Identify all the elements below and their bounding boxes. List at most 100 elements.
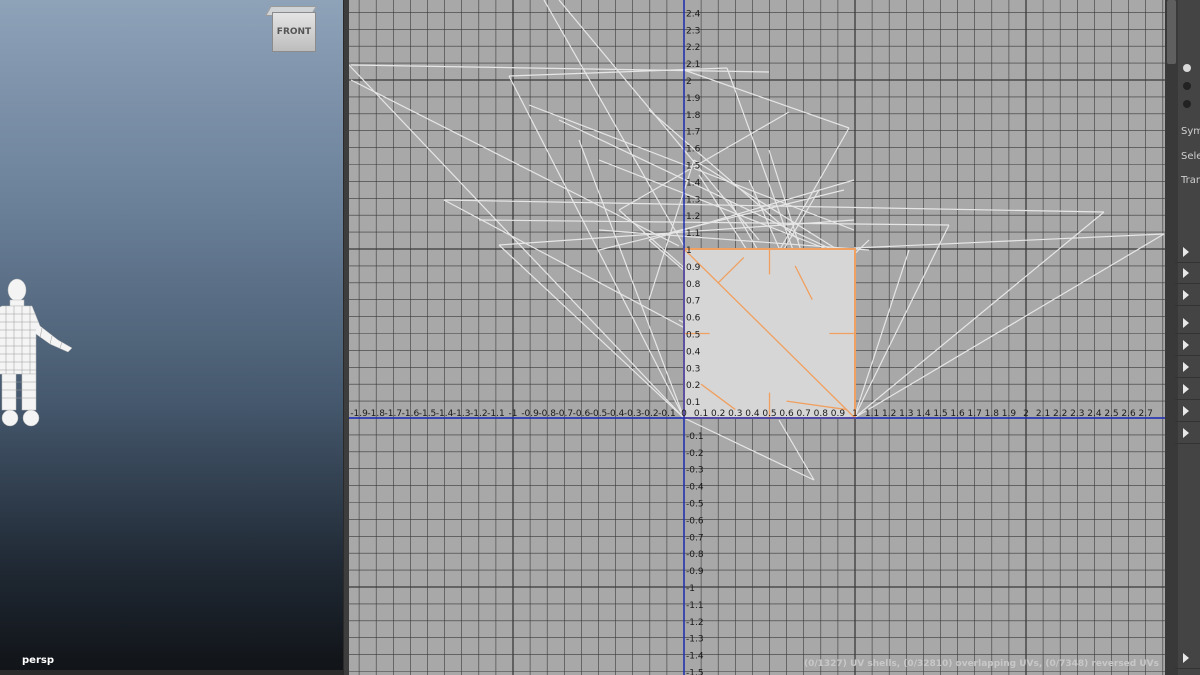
y-tick-label: 1.7 <box>686 128 700 138</box>
uv-grid-canvas[interactable]: -1.9 -1.8 -1.7 -1.6 -1.5 -1.4 -1.3 -1.2 -1.1 -1 -0… <box>349 0 1165 675</box>
y-tick-label: 1.8 <box>686 111 701 121</box>
y-tick-label: -1.1 <box>686 601 704 611</box>
radio-button[interactable] <box>1183 100 1191 108</box>
x-tick-label: 1.3 <box>899 409 913 419</box>
expand-section-arrow-icon[interactable] <box>1183 290 1189 300</box>
x-tick-label: -1.9 <box>350 409 368 419</box>
y-tick-label: -0.3 <box>686 466 704 476</box>
y-tick-label: 2.2 <box>686 43 700 53</box>
y-tick-label: -0.9 <box>686 567 704 577</box>
character-model[interactable] <box>0 278 80 430</box>
y-tick-label: 2.1 <box>686 60 700 70</box>
y-tick-label: 0.8 <box>686 280 701 290</box>
y-tick-label: 2.4 <box>686 9 701 19</box>
uv-status-text: (0/1327) UV shells, (0/32810) overlappin… <box>804 659 1159 669</box>
y-tick-label: 2 <box>686 77 692 87</box>
transform-label: Tran <box>1181 175 1200 186</box>
y-tick-label: 1.4 <box>686 178 701 188</box>
viewcube[interactable]: FRONT <box>265 6 317 52</box>
y-tick-label: -1.2 <box>686 618 704 628</box>
x-tick-label: 2.1 <box>1036 409 1050 419</box>
x-tick-label: 1.7 <box>968 409 982 419</box>
x-tick-label: -1.4 <box>436 409 454 419</box>
y-tick-label: 1.2 <box>686 212 700 222</box>
y-tick-label: 1.6 <box>686 145 701 155</box>
x-tick-label: -1.5 <box>419 409 437 419</box>
x-tick-label: 0.8 <box>814 409 829 419</box>
y-tick-label: 1.1 <box>686 229 700 239</box>
y-tick-label: 0.6 <box>686 314 701 324</box>
y-tick-label: 0.3 <box>686 364 700 374</box>
y-tick-label: 2.3 <box>686 26 700 36</box>
y-tick-label: -1.5 <box>686 669 704 675</box>
x-tick-label: 0.1 <box>694 409 708 419</box>
x-tick-label: -1.3 <box>453 409 471 419</box>
x-tick-label: 0.2 <box>711 409 725 419</box>
x-tick-label: 2.4 <box>1087 409 1102 419</box>
x-tick-label: 2.6 <box>1121 409 1136 419</box>
uv-editor-grid[interactable]: -1.9 -1.8 -1.7 -1.6 -1.5 -1.4 -1.3 -1.2 -1.1 -1 -0… <box>349 0 1165 675</box>
x-tick-label: 1.4 <box>916 409 931 419</box>
x-tick-label: -0.5 <box>590 409 608 419</box>
x-tick-label: 2.5 <box>1104 409 1118 419</box>
x-tick-label: 1 <box>852 409 858 419</box>
section-separator <box>1175 305 1200 306</box>
x-tick-label: 1.9 <box>1002 409 1017 419</box>
expand-section-arrow-icon[interactable] <box>1183 653 1189 663</box>
section-separator <box>1175 283 1200 284</box>
section-separator <box>1175 399 1200 400</box>
y-tick-label: -0.7 <box>686 533 704 543</box>
y-tick-label: 0.9 <box>686 263 701 273</box>
y-tick-label: 1.5 <box>686 162 700 172</box>
x-tick-label: 0.5 <box>762 409 776 419</box>
expand-section-arrow-icon[interactable] <box>1183 362 1189 372</box>
camera-label: persp <box>22 655 54 666</box>
y-tick-label: 0.4 <box>686 347 701 357</box>
y-tick-label: -0.4 <box>686 483 704 493</box>
x-tick-label: -1.6 <box>402 409 420 419</box>
x-tick-label: 0.4 <box>745 409 760 419</box>
x-tick-label: 0 <box>681 409 687 419</box>
y-tick-label: -0.5 <box>686 500 704 510</box>
perspective-viewport[interactable]: FRONT persp <box>0 0 343 670</box>
y-tick-label: -1.4 <box>686 652 704 662</box>
panel-scrollbar-thumb[interactable] <box>1167 0 1176 64</box>
x-tick-label: -0.9 <box>521 409 539 419</box>
panel-scrollbar[interactable] <box>1165 0 1178 675</box>
section-separator <box>1175 333 1200 334</box>
x-tick-label: -0.3 <box>624 409 642 419</box>
x-tick-label: -1.2 <box>470 409 488 419</box>
x-tick-label: 0.3 <box>728 409 742 419</box>
x-tick-label: 0.9 <box>831 409 846 419</box>
x-tick-label: 2.3 <box>1070 409 1084 419</box>
y-tick-label: 0.7 <box>686 297 700 307</box>
y-tick-label: -1 <box>686 584 695 594</box>
expand-section-arrow-icon[interactable] <box>1183 406 1189 416</box>
radio-button[interactable] <box>1183 64 1191 72</box>
x-tick-label: 1.2 <box>882 409 896 419</box>
x-tick-label: -1.1 <box>487 409 505 419</box>
radio-button[interactable] <box>1183 82 1191 90</box>
uv-selected-shell <box>683 248 856 419</box>
expand-section-arrow-icon[interactable] <box>1183 268 1189 278</box>
x-tick-label: 2.2 <box>1053 409 1067 419</box>
expand-section-arrow-icon[interactable] <box>1183 384 1189 394</box>
x-tick-label: -0.1 <box>658 409 676 419</box>
y-tick-label: -0.8 <box>686 550 704 560</box>
section-separator <box>1175 421 1200 422</box>
x-tick-label: -0.4 <box>607 409 625 419</box>
expand-section-arrow-icon[interactable] <box>1183 247 1189 257</box>
viewcube-front-face[interactable]: FRONT <box>272 12 316 52</box>
expand-section-arrow-icon[interactable] <box>1183 318 1189 328</box>
y-tick-label: -0.1 <box>686 432 704 442</box>
x-tick-label: 1.8 <box>985 409 1000 419</box>
section-separator <box>1175 355 1200 356</box>
x-tick-label: -1.7 <box>385 409 403 419</box>
expand-section-arrow-icon[interactable] <box>1183 428 1189 438</box>
viewport-bottom-bar <box>0 670 343 675</box>
x-tick-label: 1.5 <box>933 409 947 419</box>
y-tick-label: -0.2 <box>686 449 704 459</box>
x-tick-label: 1.1 <box>865 409 879 419</box>
expand-section-arrow-icon[interactable] <box>1183 340 1189 350</box>
x-tick-label: 1.6 <box>950 409 965 419</box>
